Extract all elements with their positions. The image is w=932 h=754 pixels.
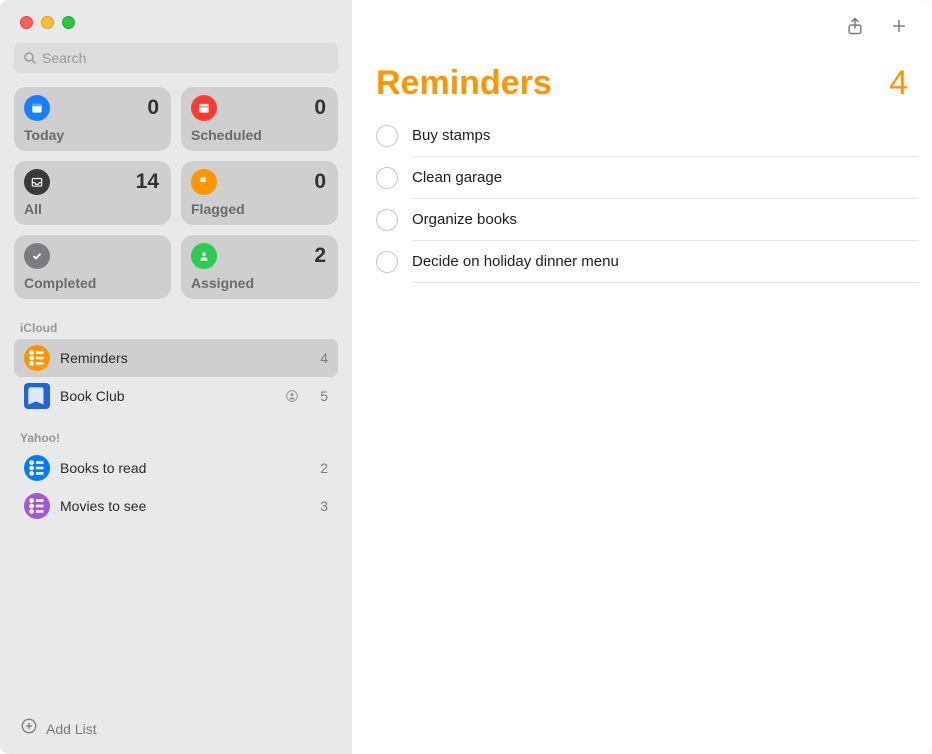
smart-list-label: Flagged [191,201,326,217]
smart-list-label: Today [24,127,159,143]
share-button[interactable] [844,15,866,37]
sidebar-list-book-club[interactable]: Book Club 5 [14,377,338,415]
smart-list-count: 2 [314,244,326,268]
smart-list-count: 0 [314,170,326,194]
sidebar: 0 Today 0 Scheduled [0,0,352,754]
plus-circle-icon [20,717,38,740]
close-window-button[interactable] [20,16,33,29]
smart-list-assigned[interactable]: 2 Assigned [181,235,338,299]
reminder-checkbox[interactable] [376,167,398,189]
list-name-label: Book Club [60,388,274,404]
reminder-title: Clean garage [412,169,502,186]
smart-list-label: Completed [24,275,159,291]
smart-list-count: 0 [314,96,326,120]
search-input[interactable] [14,43,338,73]
person-icon [191,243,217,269]
calendar-today-icon [24,95,50,121]
add-reminder-button[interactable] [888,15,910,37]
reminder-checkbox[interactable] [376,125,398,147]
reminder-checkbox[interactable] [376,251,398,273]
reminder-title: Organize books [412,211,517,228]
tray-icon [24,169,50,195]
list-total-count: 4 [889,64,908,103]
list-count-label: 5 [314,388,328,404]
list-name-label: Movies to see [60,498,304,514]
sidebar-list-books-to-read[interactable]: Books to read 2 [14,449,338,487]
reminder-checkbox[interactable] [376,209,398,231]
checkmark-icon [24,243,50,269]
list-count-label: 3 [314,498,328,514]
reminder-title: Buy stamps [412,127,490,144]
zoom-window-button[interactable] [62,16,75,29]
sidebar-list-reminders[interactable]: Reminders 4 [14,339,338,377]
smart-list-count: 0 [147,96,159,120]
smart-list-count: 14 [136,170,159,194]
list-header: Reminders 4 [352,52,932,109]
reminder-row[interactable]: Clean garage [366,157,918,199]
shared-icon [284,388,300,404]
add-list-button[interactable]: Add List [14,705,338,754]
smart-list-label: Scheduled [191,127,326,143]
reminder-row[interactable]: Buy stamps [366,115,918,157]
minimize-window-button[interactable] [41,16,54,29]
smart-lists-grid: 0 Today 0 Scheduled [14,87,338,299]
book-icon [24,383,50,409]
list-count-label: 2 [314,460,328,476]
list-count-label: 4 [314,350,328,366]
list-title: Reminders [376,64,552,103]
section-header-yahoo: Yahoo! [14,423,338,449]
reminder-row[interactable]: Organize books [366,199,918,241]
smart-list-today[interactable]: 0 Today [14,87,171,151]
reminder-title: Decide on holiday dinner menu [412,253,619,270]
list-name-label: Reminders [60,350,304,366]
smart-list-flagged[interactable]: 0 Flagged [181,161,338,225]
reminder-row[interactable]: Decide on holiday dinner menu [366,241,918,283]
smart-list-completed[interactable]: Completed [14,235,171,299]
calendar-icon [191,95,217,121]
list-bullet-icon [24,455,50,481]
smart-list-label: Assigned [191,275,326,291]
smart-list-label: All [24,201,159,217]
main-content: Reminders 4 Buy stamps Clean garage Orga… [352,0,932,754]
toolbar [352,0,932,52]
search-icon [22,50,38,66]
sidebar-list-movies-to-see[interactable]: Movies to see 3 [14,487,338,525]
smart-list-all[interactable]: 14 All [14,161,171,225]
flag-icon [191,169,217,195]
search-field-wrap [14,43,338,73]
list-name-label: Books to read [60,460,304,476]
add-list-label: Add List [46,721,97,737]
list-bullet-icon [24,493,50,519]
app-window: 0 Today 0 Scheduled [0,0,932,754]
window-controls [14,12,338,43]
list-bullet-icon [24,345,50,371]
section-header-icloud: iCloud [14,313,338,339]
smart-list-scheduled[interactable]: 0 Scheduled [181,87,338,151]
reminders-list: Buy stamps Clean garage Organize books D… [352,109,932,283]
